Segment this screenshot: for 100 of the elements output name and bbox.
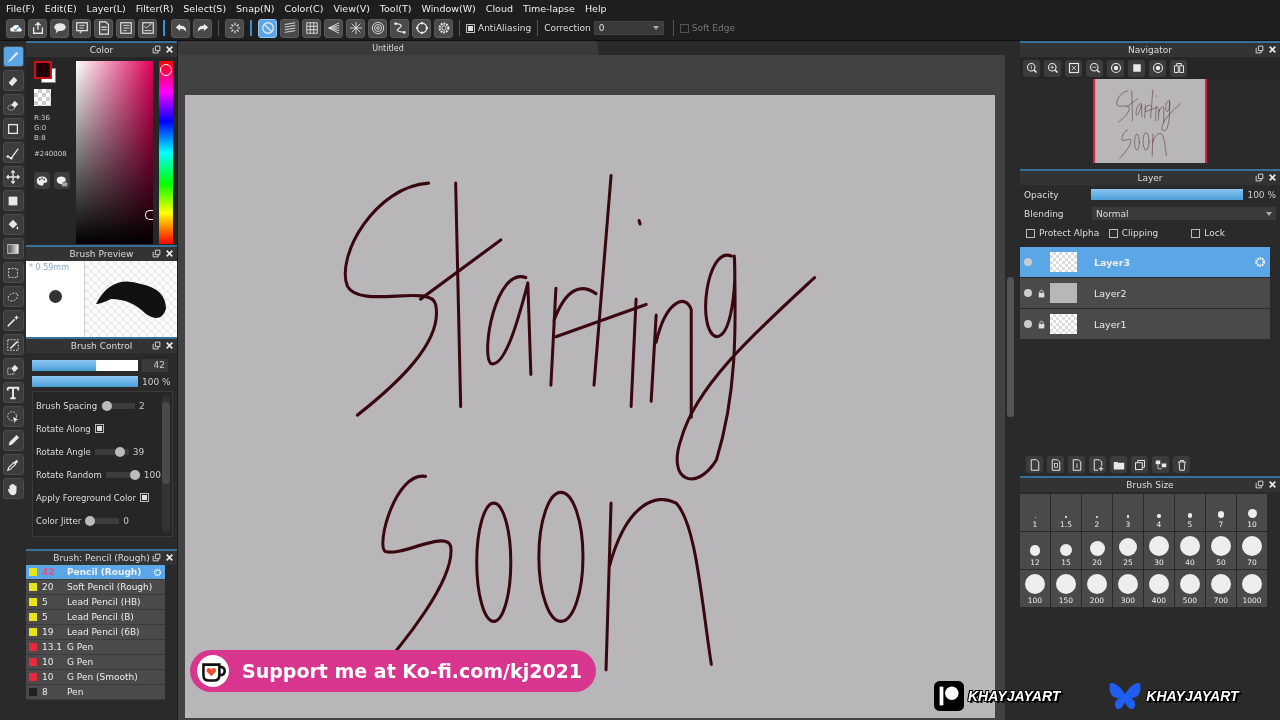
tool-button[interactable] <box>2 94 24 115</box>
layer-tool-button[interactable] <box>1089 456 1106 473</box>
brush-item[interactable]: 5 Lead Pencil (HB) <box>26 595 165 610</box>
tool-button[interactable] <box>2 430 24 451</box>
menu-item[interactable]: Layer(L) <box>84 2 134 14</box>
tool-button[interactable] <box>2 286 24 307</box>
menu-item[interactable]: Filter(R) <box>133 2 182 14</box>
navigator-button[interactable] <box>1065 59 1082 77</box>
brush-item[interactable]: 13.1 G Pen <box>26 640 165 655</box>
toolbar-button[interactable] <box>6 18 25 38</box>
toolbar-button[interactable] <box>28 18 47 38</box>
tool-button[interactable] <box>2 142 24 163</box>
snap-button[interactable] <box>258 18 277 38</box>
document-tab[interactable]: Untitled <box>178 41 598 55</box>
correction-dropdown[interactable]: 0 <box>593 21 664 35</box>
transparent-swatch[interactable] <box>34 89 51 106</box>
palette-button[interactable] <box>34 172 50 189</box>
foreground-swatch[interactable] <box>34 61 52 79</box>
brush-item[interactable]: 10 G Pen (Smooth) <box>26 670 165 685</box>
brush-size-value[interactable]: 42 <box>142 359 168 372</box>
layer-tool-button[interactable] <box>1173 456 1190 473</box>
layer-tool-button[interactable] <box>1110 456 1127 473</box>
brush-item[interactable]: 20 Soft Pencil (Rough) <box>26 580 165 595</box>
brush-item[interactable]: 10 G Pen <box>26 655 165 670</box>
tool-button[interactable] <box>2 478 24 499</box>
checkbox[interactable] <box>140 493 149 502</box>
toolbar-button[interactable] <box>50 18 69 38</box>
tool-button[interactable] <box>2 454 24 475</box>
toolbar-button[interactable] <box>138 18 157 38</box>
snap-button[interactable] <box>302 18 321 38</box>
navigator-button[interactable] <box>1170 59 1187 77</box>
menu-item[interactable]: Select(S) <box>181 2 235 14</box>
menu-item[interactable]: Time-lapse <box>520 2 583 14</box>
snap-button[interactable] <box>434 18 453 38</box>
tool-button[interactable] <box>2 238 24 259</box>
background-swatch[interactable] <box>41 68 56 83</box>
canvas-thumbnail[interactable] <box>1093 79 1207 163</box>
layer-tool-button[interactable] <box>1152 456 1169 473</box>
toolbar-button[interactable] <box>116 18 135 38</box>
checkbox[interactable] <box>1026 228 1035 238</box>
redo-button[interactable] <box>193 18 212 38</box>
color-picker[interactable] <box>76 61 154 244</box>
undo-button[interactable] <box>171 18 190 38</box>
snap-button[interactable] <box>412 18 431 38</box>
navigator-button[interactable] <box>1149 59 1166 77</box>
visibility-dot-icon[interactable] <box>1024 258 1032 266</box>
menu-item[interactable]: Edit(E) <box>42 2 85 14</box>
tool-button[interactable] <box>2 118 24 139</box>
navigator-button[interactable] <box>1023 59 1040 77</box>
menu-item[interactable]: Cloud <box>483 2 521 14</box>
checkbox[interactable] <box>466 23 475 33</box>
tool-button[interactable] <box>2 406 24 427</box>
opacity-slider[interactable] <box>1091 189 1244 200</box>
layer-tool-button[interactable] <box>1131 456 1148 473</box>
snap-button[interactable] <box>346 18 365 38</box>
checkbox[interactable] <box>94 424 104 433</box>
scrollbar[interactable] <box>1006 277 1014 417</box>
tool-button[interactable] <box>2 334 24 355</box>
brush-item[interactable]: 19 Lead Pencil (6B) <box>26 625 165 640</box>
setting-slider[interactable] <box>105 469 140 480</box>
navigator-button[interactable] <box>1128 59 1145 77</box>
toolbar-button[interactable] <box>72 18 91 38</box>
brush-item[interactable]: 8 Pen <box>26 685 165 700</box>
visibility-dot-icon[interactable] <box>1024 320 1032 328</box>
tool-button[interactable] <box>2 214 24 235</box>
navigator-button[interactable] <box>1107 59 1124 77</box>
menu-item[interactable]: Color(C) <box>282 2 332 14</box>
menu-item[interactable]: File(F) <box>4 2 43 14</box>
menu-item[interactable]: Snap(N) <box>234 2 283 14</box>
tool-button[interactable] <box>2 166 24 187</box>
tool-button[interactable] <box>2 262 24 283</box>
tool-button[interactable] <box>2 70 24 91</box>
snap-button[interactable] <box>390 18 409 38</box>
menu-item[interactable]: Tool(T) <box>377 2 420 14</box>
tool-button[interactable] <box>2 382 24 403</box>
snap-button[interactable] <box>324 18 343 38</box>
checkbox[interactable] <box>1191 228 1201 238</box>
brush-item[interactable]: 5 Lead Pencil (B) <box>26 610 165 625</box>
setting-slider[interactable] <box>94 446 129 457</box>
menu-item[interactable]: View(V) <box>331 2 378 14</box>
layer-tool-button[interactable] <box>1068 456 1085 473</box>
scrollbar[interactable] <box>162 396 170 532</box>
navigator-button[interactable] <box>1086 59 1103 77</box>
layer-item[interactable]: Layer1 <box>1020 309 1270 339</box>
support-banner[interactable]: Support me at Ko-fi.com/kj2021 <box>190 650 597 692</box>
setting-slider[interactable] <box>85 515 120 526</box>
toolbar-button[interactable] <box>94 18 113 38</box>
tool-button[interactable] <box>2 190 24 211</box>
palette-button[interactable] <box>54 172 70 189</box>
snap-button[interactable] <box>368 18 387 38</box>
menu-item[interactable]: Help <box>582 2 615 14</box>
opacity-slider[interactable] <box>32 376 138 387</box>
hue-slider[interactable] <box>159 61 173 244</box>
blending-dropdown[interactable]: Normal <box>1092 207 1276 220</box>
navigator-button[interactable] <box>1044 59 1061 77</box>
tool-button[interactable] <box>2 46 24 67</box>
tool-button[interactable] <box>2 358 24 379</box>
layer-item[interactable]: Layer2 <box>1020 278 1270 308</box>
toolbar-button[interactable] <box>225 18 244 38</box>
tool-button[interactable] <box>2 310 24 331</box>
